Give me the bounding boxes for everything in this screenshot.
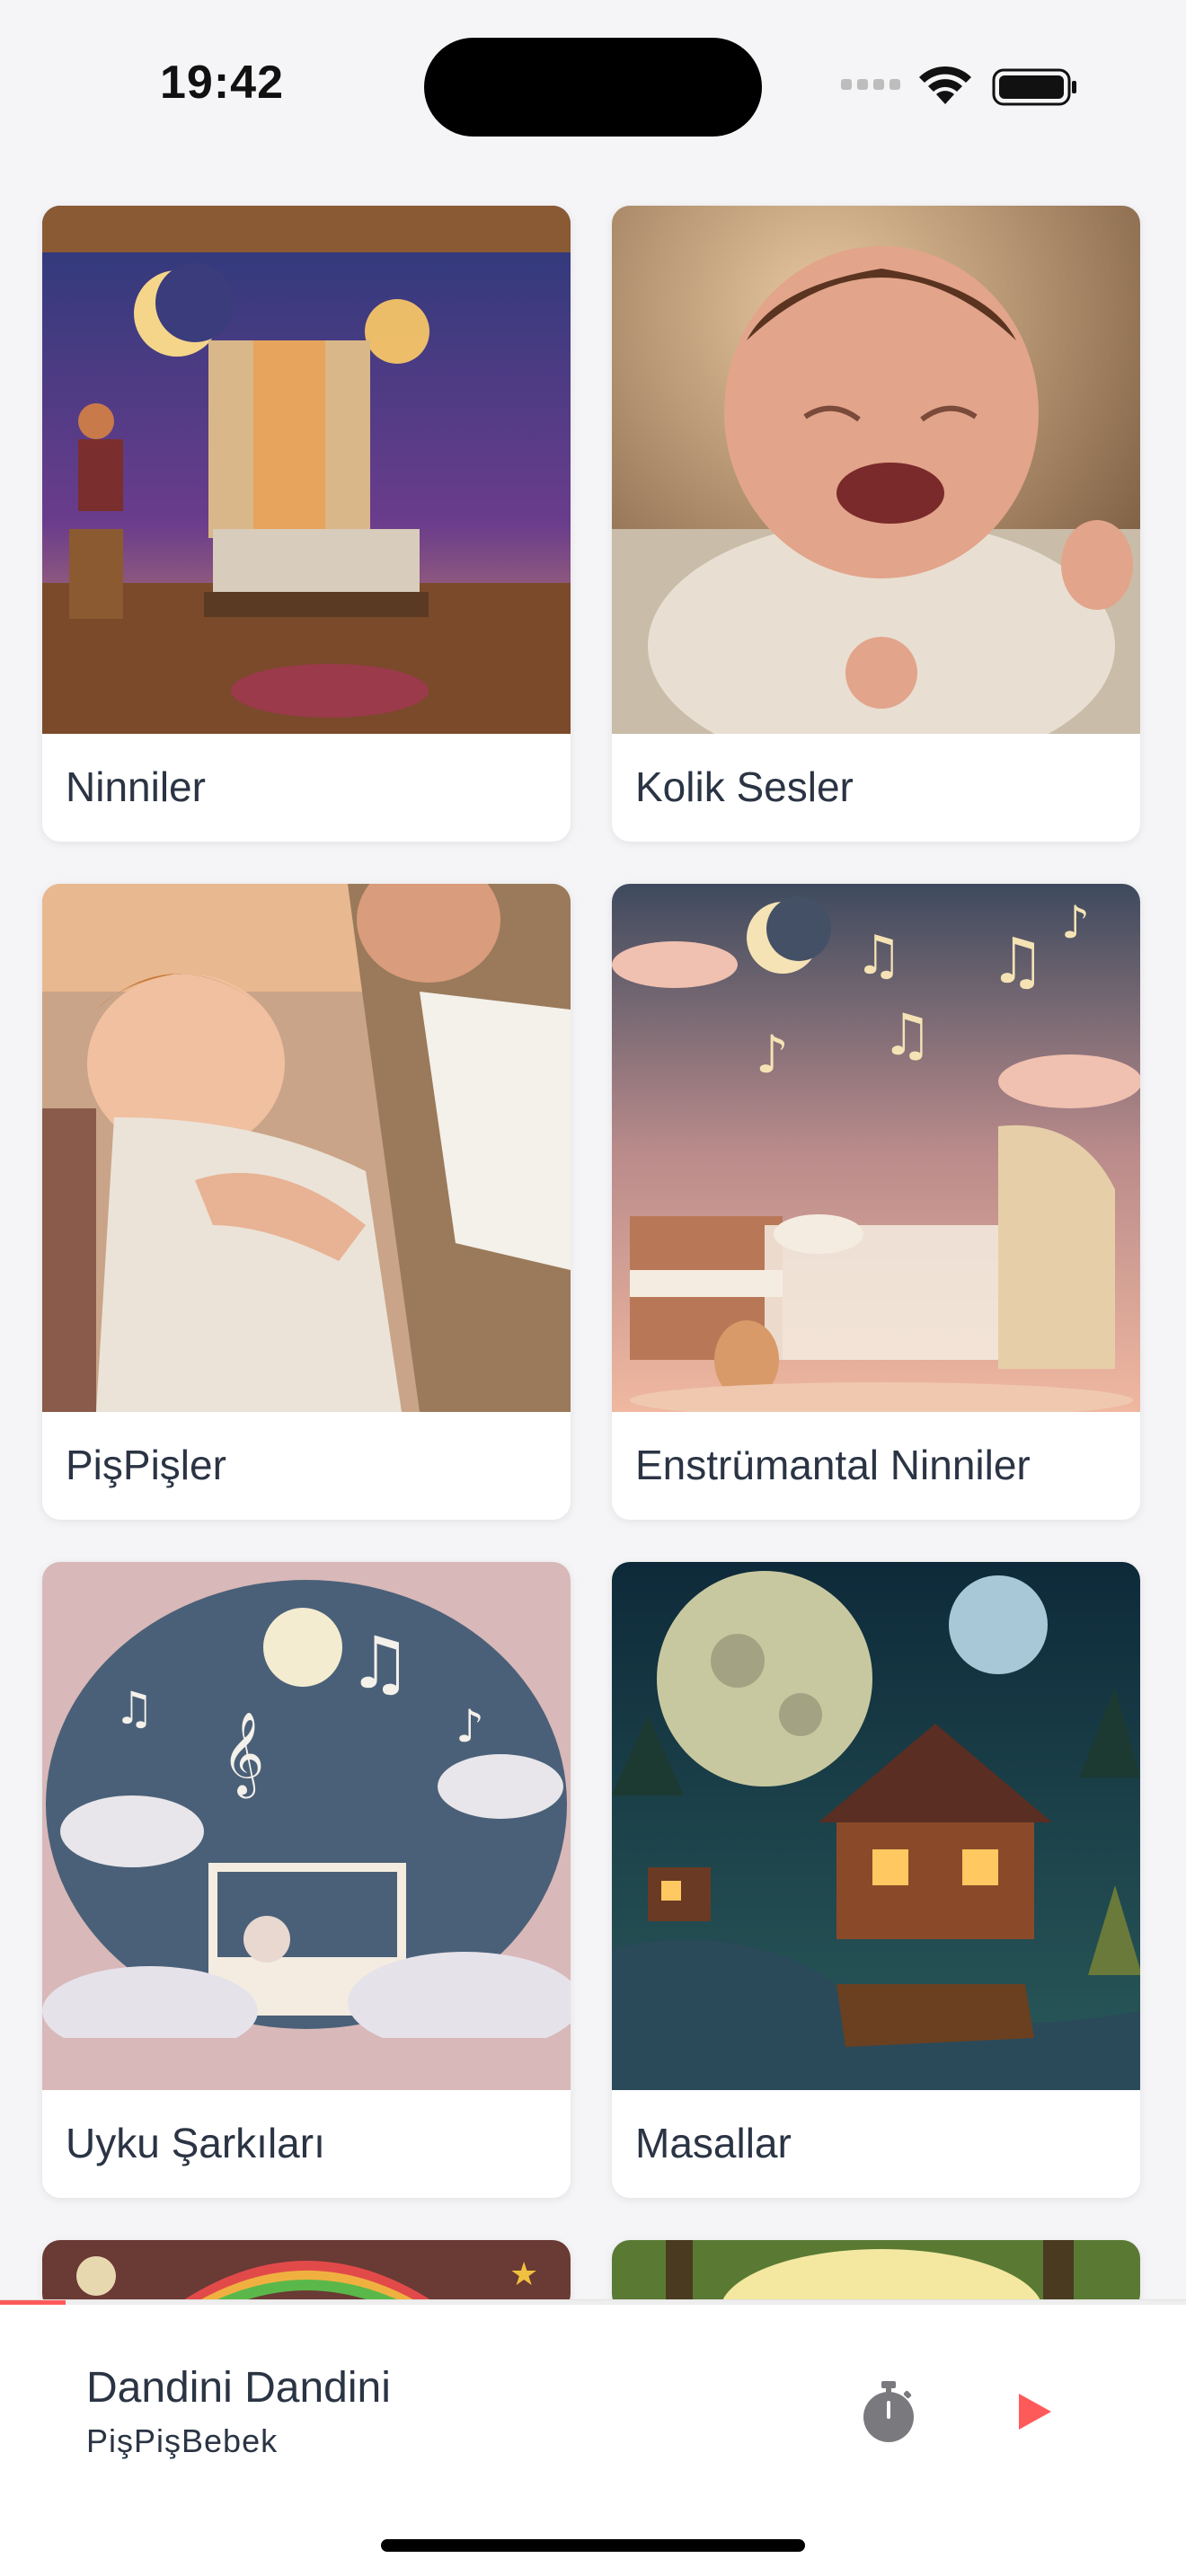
category-card-uyku-sarkilari[interactable]: ♫ 𝄞 ♫ ♪ Uyku Şarkıları <box>42 1562 571 2198</box>
mini-player[interactable]: Dandini Dandini PişPişBebek <box>0 2299 1186 2576</box>
svg-text:♫: ♫ <box>854 924 903 987</box>
progress-bar[interactable] <box>0 2300 1186 2305</box>
status-time: 19:42 <box>160 57 284 109</box>
svg-text:♪: ♪ <box>756 1024 789 1085</box>
svg-text:𝄞: 𝄞 <box>222 1711 264 1798</box>
svg-text:★: ★ <box>509 2256 538 2293</box>
category-label: Masallar <box>635 2120 792 2166</box>
category-image <box>42 206 571 734</box>
signal-icon <box>841 77 904 92</box>
category-card-enstrumantal-ninniler[interactable]: ♫ ♫ ♫ ♪ ♪ Enstrümantal Ninniler <box>612 884 1140 1520</box>
category-card-pispisler[interactable]: PişPişler <box>42 884 571 1520</box>
status-bar: 19:42 <box>0 0 1186 180</box>
svg-text:♪: ♪ <box>456 1700 484 1752</box>
category-card-masallar[interactable]: Masallar <box>612 1562 1140 2198</box>
svg-text:♪: ♪ <box>1061 896 1090 948</box>
category-card-ninniler[interactable]: Ninniler <box>42 206 571 842</box>
battery-icon <box>992 68 1076 106</box>
wifi-icon <box>919 66 971 104</box>
play-icon[interactable] <box>1006 2385 1060 2439</box>
category-image <box>42 884 571 1412</box>
progress-fill <box>0 2300 66 2305</box>
svg-text:♫: ♫ <box>989 924 1046 998</box>
track-title: Dandini Dandini <box>86 2364 391 2412</box>
svg-text:♫: ♫ <box>114 1682 155 1734</box>
category-image <box>612 1562 1140 2090</box>
category-label: Enstrümantal Ninniler <box>635 1442 1031 1488</box>
category-image: ♫ 𝄞 ♫ ♪ <box>42 1562 571 2090</box>
category-image: ♫ ♫ ♫ ♪ ♪ <box>612 884 1140 1412</box>
svg-text:♫: ♫ <box>881 1002 933 1069</box>
category-card-kolik-sesler[interactable]: Kolik Sesler <box>612 206 1140 842</box>
dynamic-island <box>424 38 762 137</box>
category-image <box>612 206 1140 734</box>
svg-text:♫: ♫ <box>348 1621 412 1705</box>
category-label: Uyku Şarkıları <box>66 2120 325 2166</box>
track-artist: PişPişBebek <box>86 2422 279 2459</box>
category-label: Ninniler <box>66 763 206 810</box>
stopwatch-icon[interactable] <box>859 2379 918 2444</box>
home-indicator <box>381 2539 805 2552</box>
app-screen: 19:42 Ninniler Kolik Sesler PişPişler ♫ … <box>0 0 1186 2576</box>
category-label: PişPişler <box>66 1442 226 1488</box>
category-label: Kolik Sesler <box>635 763 854 810</box>
